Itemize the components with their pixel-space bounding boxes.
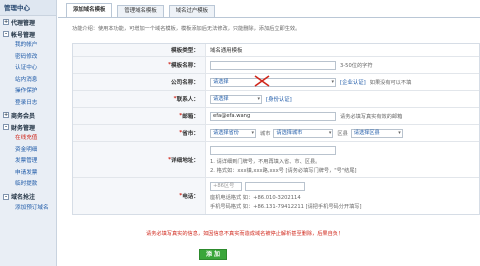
address-hint-1: 1. 请详细到门牌号，不用再填入省、市、区县。	[210, 158, 321, 165]
address-input[interactable]	[210, 145, 336, 155]
sidebar-item-messages[interactable]: 站内消息	[0, 75, 56, 87]
contact-select[interactable]: 请选择	[210, 94, 262, 104]
main-content: 添加域名模板 管理域名模板 域名过户模板 功能介绍：使用本功能，可增加一个域名模…	[58, 0, 480, 266]
collapse-icon[interactable]: -	[3, 31, 9, 37]
tab-divider	[58, 17, 480, 18]
sidebar-item-withdraw[interactable]: 临时提款	[0, 179, 56, 191]
sidebar-item-add-reserve-domain[interactable]: 添加预订域名	[0, 203, 56, 215]
sidebar: 管理中心 + 代理管理 - 帐号管理 我的帐户 密码修改 认证中心 站内消息 操…	[0, 0, 57, 266]
warning-text: 请务必填写真实的信息，如因信息不真实而造成域名被停止解析甚至删除，后果自负！	[146, 231, 344, 237]
tab-add-template[interactable]: 添加域名模板	[66, 3, 113, 17]
sidebar-item-fund-details[interactable]: 资金明细	[0, 145, 56, 157]
phone-area-placeholder: 区号	[223, 183, 235, 189]
identity-verify-link[interactable]: [身份认证]	[266, 95, 292, 103]
district-label: 区县	[337, 130, 348, 137]
template-type-value: 域名通用模板	[210, 48, 243, 54]
company-hint: 如果没有可以不填	[369, 79, 412, 86]
row-company: 公司名称： 请选择 [企业认证] 如果没有可以不填	[73, 74, 479, 91]
city-label: 城市	[260, 130, 271, 137]
add-button[interactable]: 添 加	[199, 249, 227, 260]
template-form: 模板类型： 域名通用模板 *模板名称： 3-50位的字符 公司名称： 请选择 […	[72, 43, 480, 215]
expand-icon[interactable]: +	[3, 19, 9, 25]
label-region: 省市：	[182, 131, 199, 137]
row-contact: *联系人： 请选择 [身份认证]	[73, 91, 479, 108]
sidebar-section-account[interactable]: - 帐号管理	[0, 28, 56, 40]
email-input[interactable]: efa@efa.wang	[210, 111, 336, 121]
row-region: *省市： 请选择省份 城市 请选择城市 区县 请选择区县	[73, 125, 479, 142]
sidebar-section-label: 代理管理	[11, 19, 36, 27]
city-select[interactable]: 请选择城市	[273, 128, 334, 138]
label-email: 邮箱：	[182, 114, 199, 120]
sidebar-item-recharge[interactable]: 在线充值	[0, 133, 56, 145]
label-template-type: 模板类型：	[73, 44, 206, 56]
sidebar-item-protection[interactable]: 操作保护	[0, 86, 56, 98]
sidebar-section-business[interactable]: + 商务会员	[0, 109, 56, 121]
tab-bar: 添加域名模板 管理域名模板 域名过户模板	[66, 3, 220, 17]
tab-transfer-template[interactable]: 域名过户模板	[168, 5, 216, 17]
sidebar-title: 管理中心	[0, 0, 56, 16]
sidebar-item-change-password[interactable]: 密码修改	[0, 52, 56, 64]
label-template-name: 模板名称：	[171, 63, 199, 69]
label-address: 详细地址：	[171, 157, 199, 164]
expand-icon[interactable]: +	[3, 112, 9, 118]
sidebar-section-finance[interactable]: - 财务管理	[0, 121, 56, 133]
company-verify-link[interactable]: [企业认证]	[340, 78, 366, 86]
sidebar-item-verification[interactable]: 认证中心	[0, 63, 56, 75]
email-hint: 请务必填写真实有效的邮箱	[340, 113, 403, 120]
intro-text: 功能介绍：使用本功能，可增加一个域名模板，模板添加后无法修改，只能删除，添加后立…	[72, 26, 301, 32]
province-select[interactable]: 请选择省份	[210, 128, 256, 138]
sidebar-item-request-invoice[interactable]: 申请发票	[0, 168, 56, 180]
sidebar-item-invoices[interactable]: 发票管理	[0, 156, 56, 168]
phone-hint-landline: 座机电话格式 如：+86.010-3202114	[210, 195, 301, 201]
phone-country-code: +86	[213, 183, 224, 189]
label-company: 公司名称：	[171, 80, 199, 86]
tab-manage-templates[interactable]: 管理域名模板	[117, 5, 164, 17]
template-name-hint: 3-50位的字符	[340, 62, 373, 69]
row-template-type: 模板类型： 域名通用模板	[73, 44, 479, 57]
template-name-input[interactable]	[210, 60, 336, 70]
collapse-icon[interactable]: -	[3, 193, 9, 200]
phone-hint-mobile: 手机号码格式 如：+86.131-79412211 [请把手机号码分开填写]	[210, 204, 362, 210]
label-phone: 电话：	[182, 194, 199, 200]
row-email: * 邮箱： efa@efa.wang 请务必填写真实有效的邮箱	[73, 108, 479, 125]
sidebar-section-label: 帐号管理	[11, 31, 36, 39]
phone-number-input[interactable]	[245, 182, 305, 191]
sidebar-section-label: 商务会员	[11, 112, 36, 120]
collapse-icon[interactable]: -	[3, 124, 9, 130]
row-template-name: * 模板名称： 3-50位的字符	[73, 57, 479, 74]
phone-code-input[interactable]: +86区号	[210, 182, 242, 191]
row-phone: * 电话： +86区号 座机电话格式 如：+86.010-3202114 手机号码…	[73, 178, 479, 214]
sidebar-item-login-log[interactable]: 登录日志	[0, 98, 56, 110]
sidebar-item-my-account[interactable]: 我的帐户	[0, 40, 56, 52]
label-contact: 联系人：	[176, 97, 199, 103]
sidebar-section-snatch[interactable]: - 域名抢注	[0, 191, 56, 203]
sidebar-section-agent[interactable]: + 代理管理	[0, 16, 56, 28]
row-address: * 详细地址： 1. 请详细到门牌号，不用再填入省、市、区县。 2. 格式如：xx…	[73, 142, 479, 178]
company-select[interactable]: 请选择	[210, 77, 336, 87]
address-hint-2: 2. 格式如：xxx镇,xxx路,xxx号 [请务必填写门牌号，"号"结尾]	[210, 167, 357, 174]
sidebar-section-label: 域名抢注	[11, 194, 36, 201]
sidebar-section-label: 财务管理	[11, 124, 36, 132]
cross-annotation-icon	[254, 75, 270, 87]
district-select[interactable]: 请选择区县	[350, 128, 403, 138]
